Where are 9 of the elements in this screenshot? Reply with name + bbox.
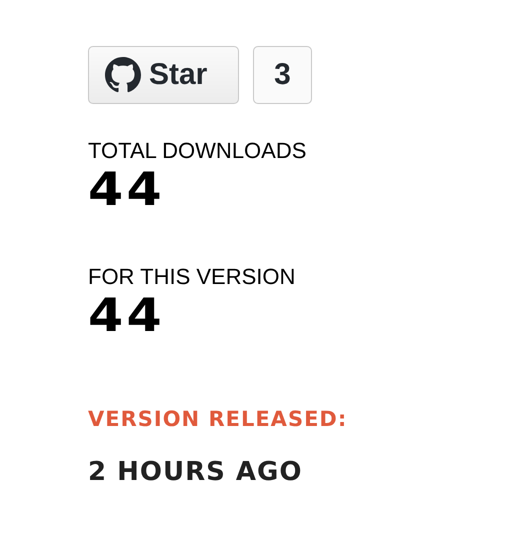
stat-label: TOTAL DOWNLOADS bbox=[88, 138, 308, 164]
release-time: 2 HOURS AGO bbox=[88, 456, 304, 488]
star-button[interactable]: Star bbox=[88, 46, 239, 104]
release-label: VERSION RELEASED: bbox=[88, 406, 348, 432]
cat-logo-icon bbox=[105, 57, 141, 93]
stat-value: 44 bbox=[88, 290, 166, 340]
star-count[interactable]: 3 bbox=[253, 46, 312, 104]
stat-value: 44 bbox=[88, 164, 166, 214]
stat-label: FOR THIS VERSION bbox=[88, 264, 296, 290]
